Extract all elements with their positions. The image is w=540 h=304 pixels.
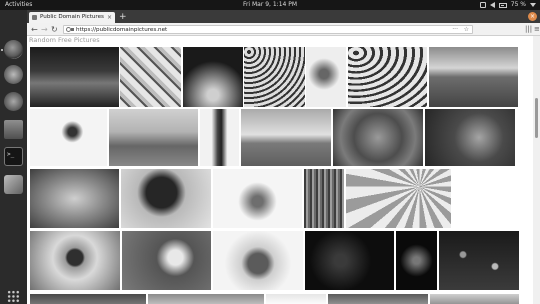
gallery-image[interactable] bbox=[200, 109, 239, 166]
section-heading: Random Free Pictures bbox=[29, 36, 100, 44]
hamburger-menu-icon[interactable]: ≡ bbox=[534, 24, 540, 35]
thunderbird-icon[interactable] bbox=[4, 65, 23, 84]
volume-icon bbox=[489, 2, 495, 8]
gallery-image[interactable] bbox=[266, 294, 326, 304]
gallery-image[interactable] bbox=[241, 109, 331, 166]
site-favicon-icon bbox=[32, 15, 37, 20]
system-top-bar: Activities Fri Mar 9, 1:14 PM 75 % bbox=[0, 0, 540, 10]
gallery-image[interactable] bbox=[148, 294, 264, 304]
text-editor-icon[interactable] bbox=[4, 175, 23, 194]
running-indicator bbox=[1, 49, 3, 51]
close-tab-icon[interactable]: × bbox=[107, 12, 112, 23]
gallery-image[interactable] bbox=[30, 109, 107, 166]
gallery-image[interactable] bbox=[120, 47, 181, 107]
files-icon[interactable] bbox=[4, 120, 23, 139]
firefox-icon[interactable] bbox=[4, 40, 23, 59]
network-icon bbox=[479, 2, 486, 8]
gallery-image[interactable] bbox=[305, 231, 394, 290]
battery-icon bbox=[498, 2, 507, 8]
lock-icon bbox=[71, 28, 74, 31]
terminal-icon[interactable] bbox=[4, 147, 23, 166]
gallery-image[interactable] bbox=[396, 231, 437, 290]
dock bbox=[0, 10, 27, 304]
forward-button[interactable]: → bbox=[41, 24, 48, 35]
gallery-image[interactable] bbox=[346, 169, 451, 228]
gallery-image[interactable] bbox=[439, 231, 519, 290]
bookmark-star-icon[interactable]: ☆ bbox=[464, 26, 469, 34]
tab-title: Public Domain Pictures bbox=[40, 14, 104, 20]
gallery-image[interactable] bbox=[304, 169, 344, 228]
gallery-image[interactable] bbox=[348, 47, 427, 107]
reload-button[interactable]: ↻ bbox=[51, 24, 58, 35]
gallery-image[interactable] bbox=[430, 294, 519, 304]
show-applications-icon[interactable] bbox=[7, 290, 20, 303]
chevron-down-icon bbox=[530, 3, 536, 7]
gallery-image[interactable] bbox=[333, 109, 423, 166]
gallery-image[interactable] bbox=[183, 47, 243, 107]
clock[interactable]: Fri Mar 9, 1:14 PM bbox=[0, 0, 540, 10]
gallery-image[interactable] bbox=[306, 47, 346, 107]
gallery-image[interactable] bbox=[109, 109, 198, 166]
navigation-bar: ← → ↻ https://publicdomainpictures.net ·… bbox=[27, 23, 540, 36]
vertical-scrollbar[interactable] bbox=[533, 36, 540, 304]
gallery-image[interactable] bbox=[30, 169, 119, 228]
gallery-image[interactable] bbox=[30, 294, 146, 304]
battery-percent: 75 % bbox=[510, 1, 526, 8]
gallery-image[interactable] bbox=[213, 169, 302, 228]
new-tab-button[interactable]: + bbox=[119, 11, 127, 23]
page-actions-icon[interactable]: ··· bbox=[452, 26, 458, 34]
emacs-icon[interactable] bbox=[4, 92, 23, 111]
url-text[interactable]: https://publicdomainpictures.net bbox=[76, 27, 167, 33]
back-button[interactable]: ← bbox=[31, 24, 38, 35]
page-content: Random Free Pictures bbox=[27, 36, 533, 304]
gallery-image[interactable] bbox=[122, 231, 211, 290]
window-close-button[interactable]: × bbox=[528, 12, 537, 21]
gallery-image[interactable] bbox=[425, 109, 515, 166]
gallery-image[interactable] bbox=[121, 169, 211, 228]
gallery-image[interactable] bbox=[429, 47, 518, 107]
tab-bar: Public Domain Pictures × + × bbox=[27, 10, 540, 23]
gallery-image[interactable] bbox=[244, 47, 305, 107]
scrollbar-thumb[interactable] bbox=[535, 98, 538, 138]
tab-public-domain-pictures[interactable]: Public Domain Pictures × bbox=[29, 12, 115, 23]
library-icon[interactable]: ||| bbox=[525, 24, 532, 35]
address-bar[interactable]: https://publicdomainpictures.net ··· ☆ bbox=[63, 25, 473, 34]
gallery-image[interactable] bbox=[213, 231, 303, 290]
gallery-image[interactable] bbox=[30, 47, 119, 107]
gallery-image[interactable] bbox=[328, 294, 428, 304]
system-tray[interactable]: 75 % bbox=[479, 0, 536, 10]
gallery-image[interactable] bbox=[30, 231, 120, 290]
